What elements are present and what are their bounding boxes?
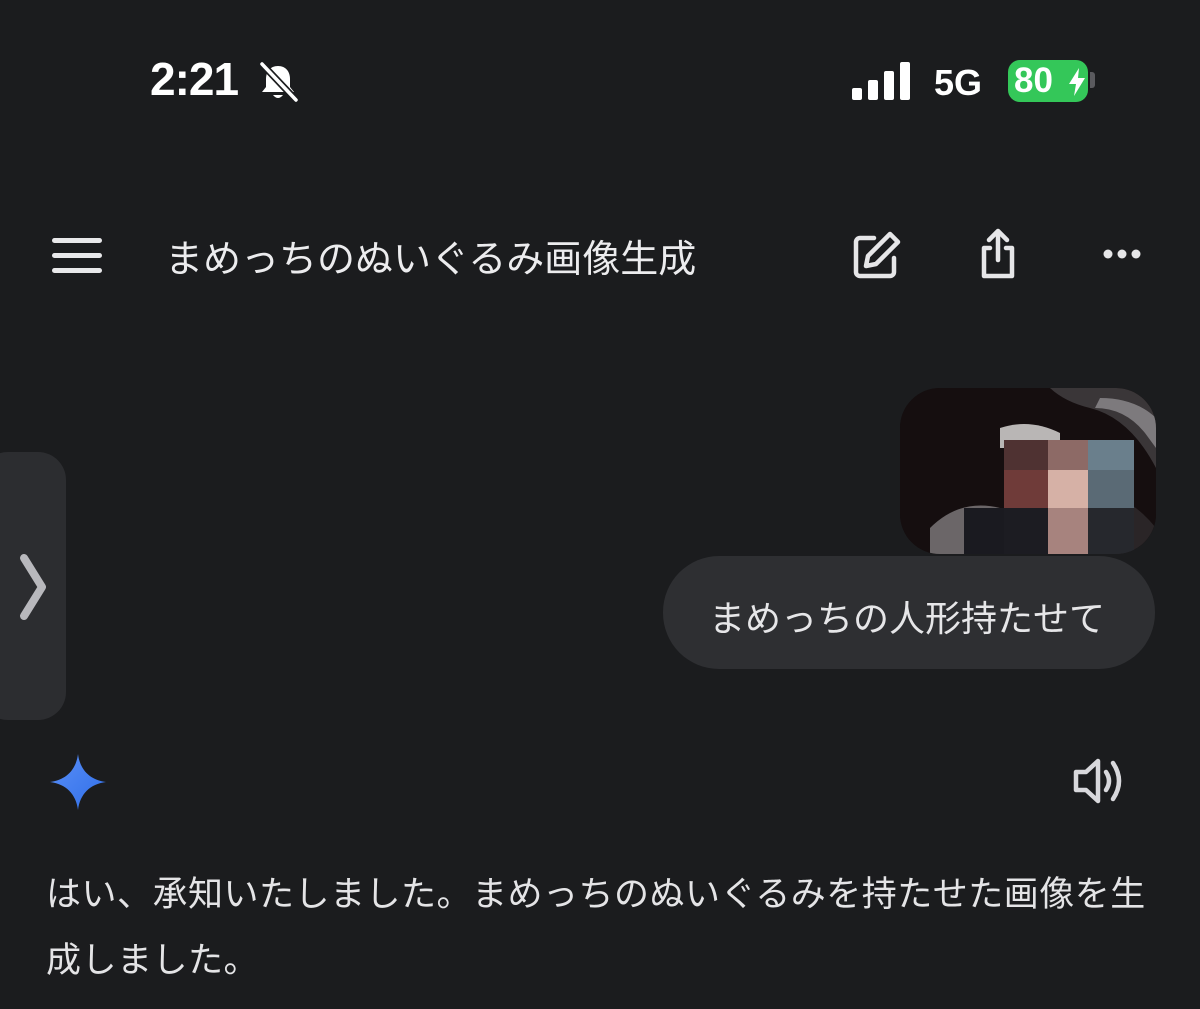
speaker-icon bbox=[1073, 758, 1122, 804]
user-message-text: まめっちの人形持たせて bbox=[709, 599, 1106, 640]
assistant-response-text: はい、承知いたしました。まめっちのぬいぐるみを持たせた画像を生成しました。 bbox=[46, 875, 1146, 981]
app-bar: まめっちのぬいぐるみ画像生成 bbox=[0, 200, 1200, 310]
more-options-button[interactable] bbox=[1092, 224, 1152, 284]
hamburger-line bbox=[52, 268, 102, 273]
menu-button[interactable] bbox=[48, 228, 110, 278]
user-attached-image[interactable] bbox=[900, 388, 1156, 554]
new-chat-button[interactable] bbox=[846, 226, 906, 286]
bell-off-icon bbox=[258, 60, 300, 104]
gemini-sparkle-icon bbox=[50, 754, 106, 810]
chevron-right-icon bbox=[20, 554, 46, 620]
hamburger-menu-icon bbox=[52, 238, 102, 243]
signal-icon bbox=[852, 62, 910, 100]
pixelated-photo bbox=[900, 388, 1156, 554]
user-message-bubble[interactable]: まめっちの人形持たせて bbox=[663, 556, 1155, 669]
network-type-label: 5G bbox=[934, 62, 983, 103]
charging-bolt-icon bbox=[1069, 68, 1085, 96]
battery-cap bbox=[1090, 72, 1095, 88]
hamburger-line bbox=[52, 253, 102, 258]
chat-title: まめっちのぬいぐるみ画像生成 bbox=[165, 237, 697, 281]
battery-icon: 80 bbox=[1008, 60, 1088, 102]
edit-icon bbox=[853, 231, 901, 279]
more-horizontal-icon bbox=[1103, 249, 1141, 259]
side-drawer-handle[interactable] bbox=[0, 452, 66, 720]
read-aloud-button[interactable] bbox=[1068, 752, 1130, 810]
battery-percent: 80 bbox=[1014, 61, 1053, 100]
share-button[interactable] bbox=[968, 224, 1028, 284]
status-time: 2:21 bbox=[150, 53, 239, 105]
share-icon bbox=[981, 228, 1015, 279]
status-bar: 2:21 5G 80 bbox=[0, 0, 1200, 130]
